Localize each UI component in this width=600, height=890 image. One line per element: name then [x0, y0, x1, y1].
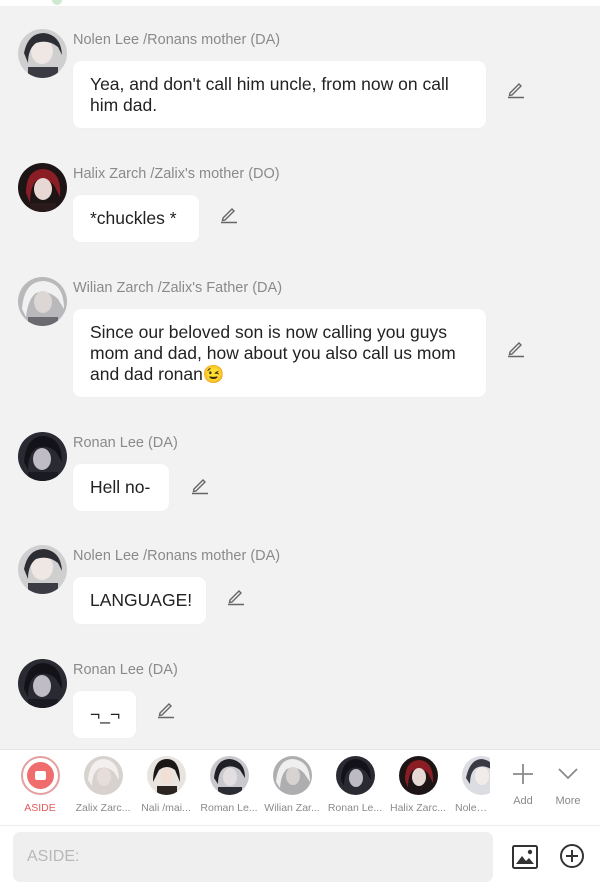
pencil-icon[interactable] [506, 79, 526, 99]
sender-name: Wilian Zarch /Zalix's Father (DA) [73, 280, 283, 296]
character-label: Wilian Zar... [264, 802, 320, 814]
character-nolen[interactable]: Nolen L... [446, 756, 490, 814]
character-label: Nolen L... [455, 802, 490, 814]
avatar [462, 756, 490, 795]
add-button[interactable]: Add [503, 760, 543, 807]
message-bubble[interactable]: Since our beloved son is now calling you… [73, 309, 486, 397]
character-roman[interactable]: Roman Le... [199, 756, 259, 814]
aside-input[interactable]: ASIDE: [13, 832, 493, 882]
composer-panel: ASIDE Zalix Zarc... Nali /mai... Roman L… [0, 749, 600, 890]
message-bubble[interactable]: Yea, and don't call him uncle, from now … [73, 61, 486, 128]
status-dot [52, 0, 62, 5]
avatar-nolen[interactable] [18, 29, 67, 78]
character-selector[interactable]: ASIDE Zalix Zarc... Nali /mai... Roman L… [0, 750, 600, 826]
plus-circle-icon[interactable] [559, 843, 585, 874]
avatar [146, 756, 186, 795]
message-bubble[interactable]: ¬_¬ [73, 691, 136, 738]
image-icon[interactable] [511, 843, 539, 876]
sender-name: Ronan Lee (DA) [73, 435, 178, 451]
character-label: Nali /mai... [141, 802, 191, 814]
avatar [398, 756, 438, 795]
avatar-ronan[interactable] [18, 432, 67, 481]
more-label: More [555, 795, 581, 807]
message-bubble[interactable]: Hell no- [73, 464, 169, 511]
sender-name: Nolen Lee /Ronans mother (DA) [73, 548, 281, 564]
pencil-icon[interactable] [226, 586, 246, 606]
message-bubble[interactable]: *chuckles * [73, 195, 199, 242]
character-aside[interactable]: ASIDE [10, 756, 70, 814]
pencil-icon[interactable] [506, 338, 526, 358]
character-halix[interactable]: Halix Zarc... [388, 756, 448, 814]
aside-icon [20, 756, 60, 795]
character-nali[interactable]: Nali /mai... [136, 756, 196, 814]
avatar-wilian[interactable] [18, 277, 67, 326]
avatar-ronan[interactable] [18, 659, 67, 708]
sender-name: Halix Zarch /Zalix's mother (DO) [73, 166, 280, 182]
input-placeholder: ASIDE: [27, 848, 80, 865]
pencil-icon[interactable] [190, 475, 210, 495]
avatar [209, 756, 249, 795]
plus-icon [503, 760, 543, 788]
avatar-nolen[interactable] [18, 545, 67, 594]
sender-name: Ronan Lee (DA) [73, 662, 178, 678]
character-wilian[interactable]: Wilian Zar... [262, 756, 322, 814]
sender-name: Nolen Lee /Ronans mother (DA) [73, 32, 281, 48]
chat-area[interactable]: Nolen Lee /Ronans mother (DA) Yea, and d… [0, 6, 600, 749]
avatar [272, 756, 312, 795]
character-label: Zalix Zarc... [75, 802, 131, 814]
pencil-icon[interactable] [219, 204, 239, 224]
avatar-halix[interactable] [18, 163, 67, 212]
character-label: Halix Zarc... [389, 802, 446, 814]
character-zalix[interactable]: Zalix Zarc... [73, 756, 133, 814]
character-ronan[interactable]: Ronan Le... [325, 756, 385, 814]
character-label: Ronan Le... [327, 802, 383, 814]
pencil-icon[interactable] [156, 699, 176, 719]
character-label: Roman Le... [200, 802, 258, 814]
character-label: ASIDE [24, 802, 56, 814]
avatar [335, 756, 375, 795]
message-bubble[interactable]: LANGUAGE! [73, 577, 206, 624]
chevron-down-icon [548, 760, 588, 788]
add-label: Add [513, 795, 533, 807]
avatar [83, 756, 123, 795]
more-button[interactable]: More [548, 760, 588, 807]
